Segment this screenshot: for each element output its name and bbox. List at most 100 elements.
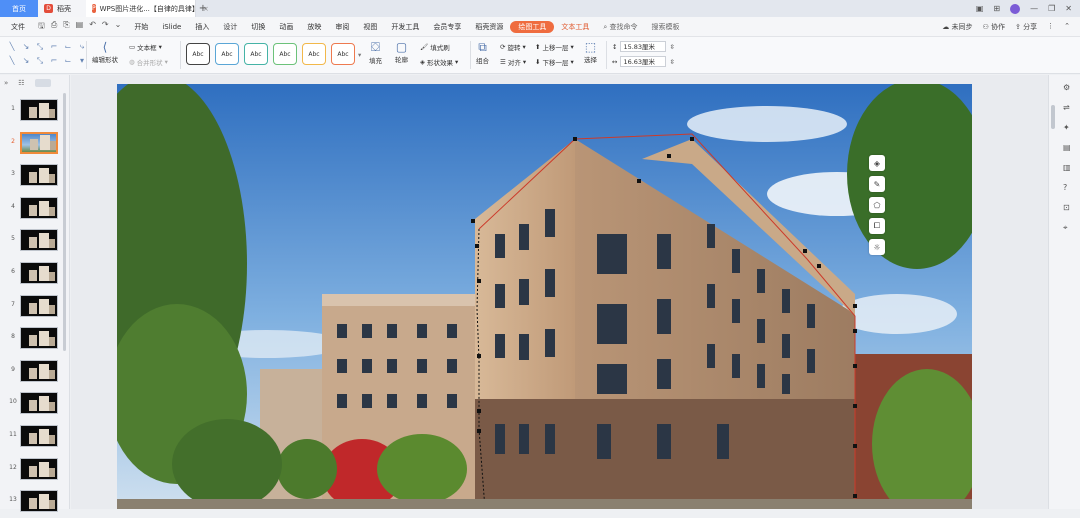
slide-thumbnail[interactable]: 8 xyxy=(0,327,64,355)
menu-file[interactable]: 文件 xyxy=(4,22,32,32)
format-painter-button[interactable]: 🖌 填式刷 xyxy=(420,42,450,52)
restore-icon[interactable]: ❐ xyxy=(1048,4,1055,13)
tab-home[interactable]: 首页 xyxy=(0,0,38,17)
save-icon[interactable]: 🖫 xyxy=(38,20,45,34)
slide-thumbnail[interactable]: 13 xyxy=(0,490,64,518)
more-menu-icon[interactable]: ⋮ xyxy=(1047,22,1054,32)
shape-icon[interactable]: ⬠ xyxy=(869,197,885,213)
curve-double-arrow-icon[interactable]: ⤡ xyxy=(34,55,46,67)
shape-style-6[interactable]: Abc xyxy=(331,43,355,65)
slide-thumbnail[interactable]: 3 xyxy=(0,164,64,192)
scribble-icon[interactable]: ⌙ xyxy=(62,55,74,67)
group-button[interactable]: ⧉ 组合 xyxy=(476,40,489,65)
bring-forward-button[interactable]: ⬆ 上移一层 ▾ xyxy=(535,42,574,52)
slide-switch-icon[interactable]: ▤ xyxy=(1063,143,1071,152)
shape-style-1[interactable]: Abc xyxy=(186,43,210,65)
backup-icon[interactable]: ⊡ xyxy=(1063,203,1071,212)
more-icon[interactable]: ⌄ xyxy=(115,20,122,34)
slide-thumbnail[interactable]: 1 xyxy=(0,99,64,127)
shape-effects-button[interactable]: ◈ 形状效果 ▾ xyxy=(420,57,458,67)
height-input[interactable]: 15.83厘米 xyxy=(620,41,667,52)
tab-drawing-tools[interactable]: 绘图工具 xyxy=(510,20,555,33)
menu-transition[interactable]: 切换 xyxy=(244,22,272,32)
freeform-icon[interactable]: ⌐ xyxy=(48,55,60,67)
width-stepper[interactable]: ⇳ xyxy=(669,58,674,66)
pen-icon[interactable]: ✎ xyxy=(869,176,885,192)
thumbnail-view-icon[interactable] xyxy=(34,79,51,87)
clipboard-icon[interactable]: ▥ xyxy=(1063,163,1071,172)
tab-daoke[interactable]: D 稻壳 xyxy=(38,0,86,17)
fill-button[interactable]: ⛋ 填充 xyxy=(369,40,382,65)
object-properties-icon[interactable]: ⚙ xyxy=(1063,83,1071,92)
new-tab-button[interactable]: + xyxy=(196,3,210,14)
outline-button[interactable]: ▢ 轮廓 xyxy=(395,40,408,64)
merge-shape-button[interactable]: ◍ 合并形状 ▾ xyxy=(129,57,168,67)
location-icon[interactable]: ⌖ xyxy=(1063,223,1071,233)
grid-view-icon[interactable]: ⊞ xyxy=(993,4,1000,13)
select-button[interactable]: ⬚ 选择 xyxy=(584,40,597,64)
double-arrow-shape-icon[interactable]: ⤡ xyxy=(34,41,46,53)
curve-shape-icon[interactable]: ╲ xyxy=(6,55,18,67)
slide-image[interactable] xyxy=(117,84,972,509)
elbow-arrow-icon[interactable]: ⌙ xyxy=(62,41,74,53)
send-backward-button[interactable]: ⬇ 下移一层 ▾ xyxy=(535,57,574,67)
minimize-icon[interactable]: — xyxy=(1030,4,1038,13)
menu-member[interactable]: 会员专享 xyxy=(426,22,468,32)
menu-design[interactable]: 设计 xyxy=(216,22,244,32)
slide-thumbnail[interactable]: 12 xyxy=(0,457,64,486)
height-stepper[interactable]: ⇳ xyxy=(669,43,674,51)
menu-resources[interactable]: 稻壳资源 xyxy=(468,22,510,32)
tab-document[interactable]: P WPS图片进化...【自律的具律】 × xyxy=(86,0,209,17)
width-input[interactable]: 16.63厘米 xyxy=(620,56,667,67)
menu-view[interactable]: 视图 xyxy=(356,22,384,32)
align-button[interactable]: ☰ 对齐 ▾ xyxy=(500,57,526,67)
print-icon[interactable]: ⎘ xyxy=(63,20,69,34)
search-command[interactable]: ⌕ 查找命令 xyxy=(596,22,644,32)
canvas-scrollbar[interactable] xyxy=(1051,105,1055,129)
slide-thumbnail[interactable]: 11 xyxy=(0,425,64,453)
slide-thumbnail[interactable]: 10 xyxy=(0,392,64,420)
menu-animation[interactable]: 动画 xyxy=(272,22,300,32)
menu-developer[interactable]: 开发工具 xyxy=(384,22,426,32)
layout-icon[interactable]: ▣ xyxy=(976,4,984,13)
menu-islide[interactable]: iSlide xyxy=(155,23,188,31)
crop-icon[interactable]: ⧠ xyxy=(869,218,885,234)
slide-thumbnail[interactable]: 9 xyxy=(0,359,64,388)
share-button[interactable]: ⇪ 分享 xyxy=(1015,22,1037,32)
search-template[interactable]: 搜索模板 xyxy=(645,22,687,32)
slide-thumbnail[interactable]: 2 xyxy=(0,131,64,160)
menu-slideshow[interactable]: 放映 xyxy=(300,22,328,32)
sync-status[interactable]: ☁ 未同步 xyxy=(942,22,972,32)
slide-thumbnail[interactable]: 4 xyxy=(0,196,64,225)
menu-review[interactable]: 审阅 xyxy=(328,22,356,32)
collapse-ribbon-icon[interactable]: ⌃ xyxy=(1064,22,1070,32)
bulb-icon[interactable]: ☼ xyxy=(869,239,885,255)
style-gallery-expand[interactable]: ▾ xyxy=(358,51,361,59)
textbox-button[interactable]: ▭ 文本框 ▾ xyxy=(129,42,162,52)
help-icon[interactable]: ? xyxy=(1063,183,1071,192)
line-shape-icon[interactable]: ╲ xyxy=(6,41,18,53)
collab-button[interactable]: ⚇ 协作 xyxy=(983,22,1006,32)
export-icon[interactable]: ⎙ xyxy=(51,20,57,34)
redo-icon[interactable]: ↷ xyxy=(102,20,109,34)
menu-insert[interactable]: 插入 xyxy=(188,22,216,32)
close-window-icon[interactable]: ✕ xyxy=(1065,4,1072,13)
slide-thumbnail[interactable]: 7 xyxy=(0,294,64,323)
slide-thumbnail[interactable]: 6 xyxy=(0,262,64,290)
avatar[interactable] xyxy=(1010,3,1021,14)
menu-start[interactable]: 开始 xyxy=(127,22,155,32)
collapse-panel-icon[interactable]: » xyxy=(4,79,8,87)
layers-icon[interactable]: ◈ xyxy=(869,155,885,171)
shape-style-3[interactable]: Abc xyxy=(244,43,268,65)
arrow-shape-icon[interactable]: ↘ xyxy=(20,41,32,53)
shape-style-5[interactable]: Abc xyxy=(302,43,326,65)
outline-view-icon[interactable]: ☷ xyxy=(18,79,24,87)
shape-style-4[interactable]: Abc xyxy=(273,43,297,65)
animation-icon[interactable]: ✦ xyxy=(1063,123,1071,132)
undo-icon[interactable]: ↶ xyxy=(89,20,96,34)
edit-shape-button[interactable]: ⟨ 编辑形状 xyxy=(92,40,118,64)
elbow-connector-icon[interactable]: ⌐ xyxy=(48,41,60,53)
tab-text-tools[interactable]: 文本工具 xyxy=(554,22,596,32)
rotate-button[interactable]: ⟳ 旋转 ▾ xyxy=(500,42,526,52)
curve-arrow-icon[interactable]: ↘ xyxy=(20,55,32,67)
